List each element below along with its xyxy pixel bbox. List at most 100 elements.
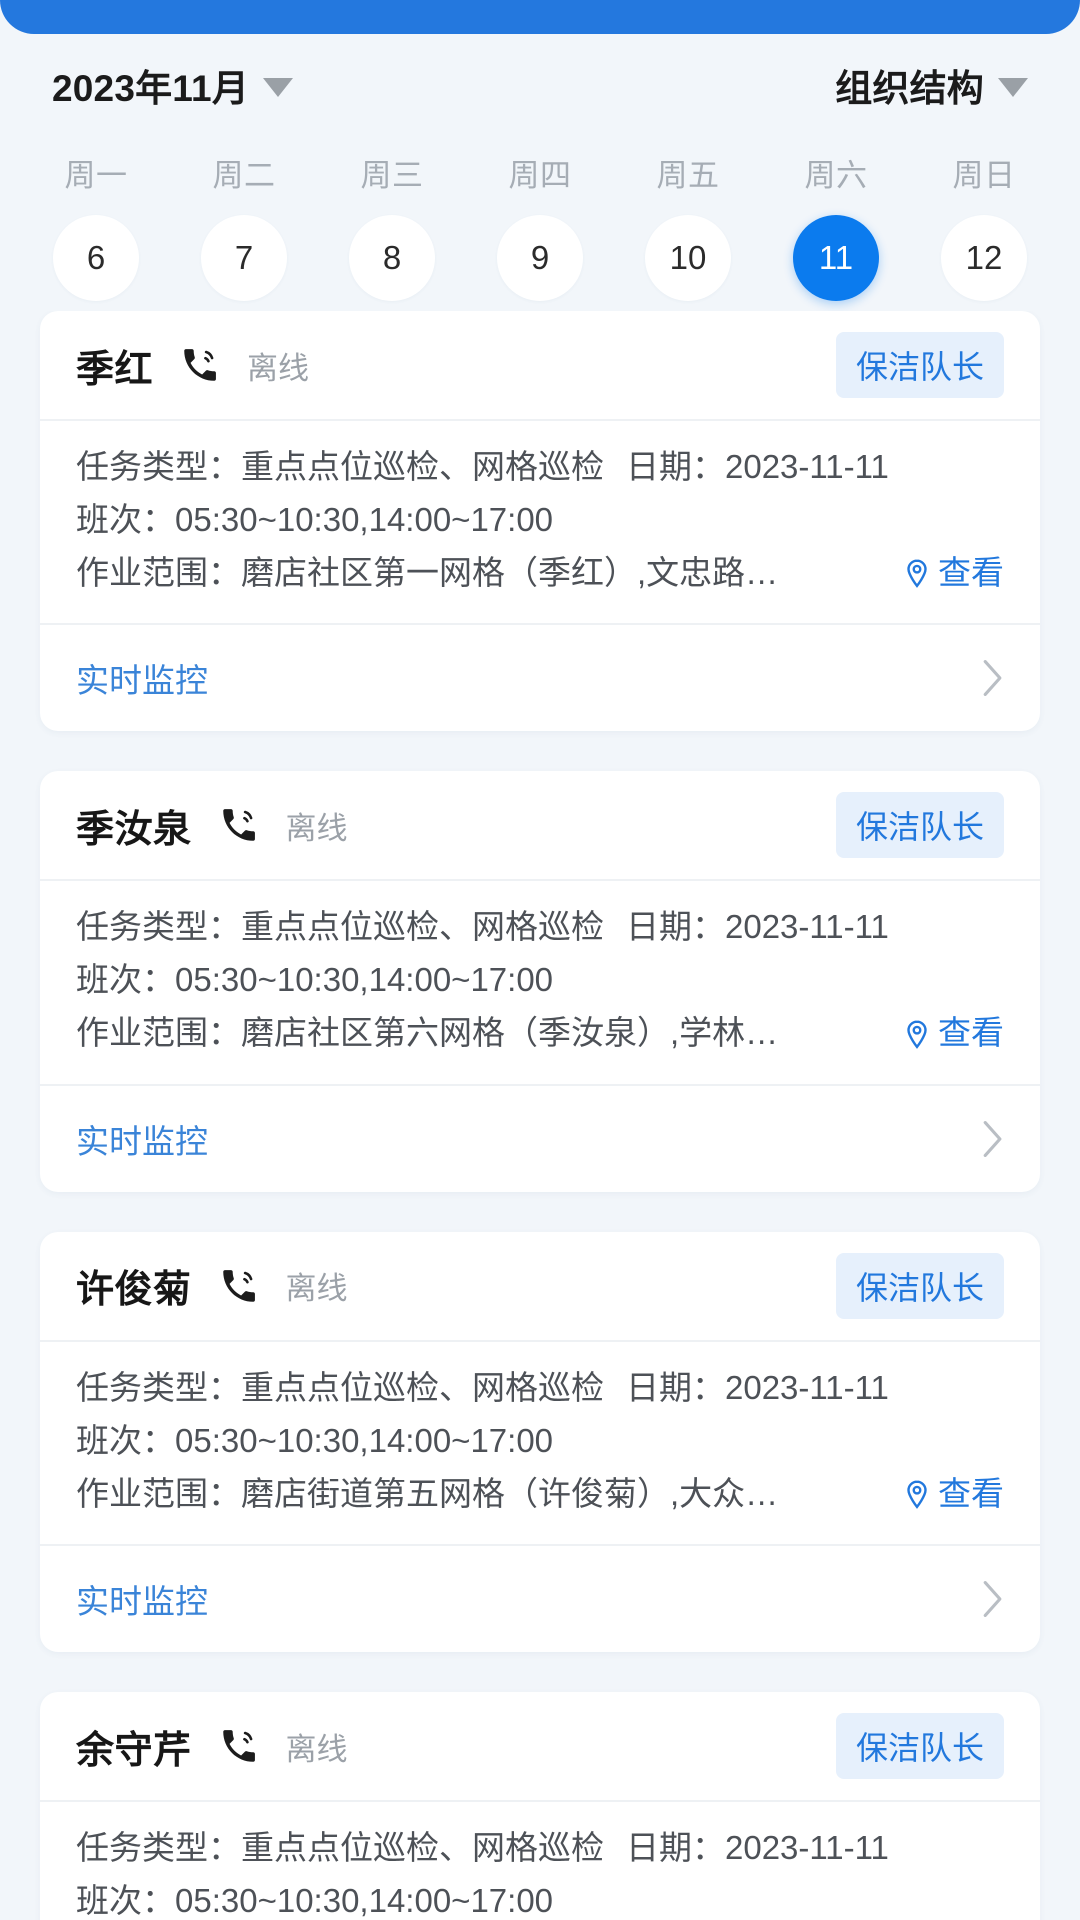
org-picker[interactable]: 组织结构 bbox=[835, 58, 1028, 112]
chevron-down-icon bbox=[998, 77, 1028, 97]
day-button-8[interactable]: 8 bbox=[349, 215, 435, 301]
scope-row: 作业范围：磨店街道第五网格（许俊菊）,大众… 查看 bbox=[76, 1470, 1004, 1519]
app-screen: 2023年11月 组织结构 周一 周二 周三 周四 周五 周六 周日 6 7 8 9 10 11 12 … bbox=[0, 0, 1080, 1920]
scope-value: 磨店社区第六网格（季汝泉）,学林… bbox=[241, 1014, 779, 1052]
day-button-11[interactable]: 11 bbox=[793, 215, 879, 301]
weekday-name-cell: 周四 bbox=[466, 150, 614, 195]
weekday-name-cell: 周日 bbox=[910, 150, 1058, 195]
live-monitor-label: 实时监控 bbox=[76, 662, 208, 700]
role-badge: 保洁队长 bbox=[835, 1252, 1004, 1319]
day-button-9[interactable]: 9 bbox=[497, 215, 583, 301]
person-card: 许俊菊 离线 保洁队长 任务类型： 重点点位巡检、网格巡检 日期： 2023-11-11 班次… bbox=[40, 1231, 1040, 1653]
live-monitor-row[interactable]: 实时监控 bbox=[40, 1086, 1040, 1192]
view-location-link[interactable]: 查看 bbox=[900, 1009, 1004, 1058]
date-value: 2023-11-11 bbox=[725, 448, 889, 485]
person-card-body: 任务类型： 重点点位巡检、网格巡检 日期： 2023-11-11 班次： 05:30~10… bbox=[40, 1802, 1040, 1920]
role-badge: 保洁队长 bbox=[835, 332, 1004, 398]
date-label: 日期： bbox=[626, 1368, 725, 1406]
day-cell: 12 bbox=[910, 215, 1058, 301]
task-type-value: 重点点位巡检、网格巡检 bbox=[241, 1368, 604, 1406]
scope-value: 磨店社区第一网格（季红）,文忠路… bbox=[241, 553, 779, 591]
person-card: 季红 离线 保洁队长 任务类型： 重点点位巡检、网格巡检 日期： 2023-11-11 班次：… bbox=[40, 311, 1040, 732]
shift-label: 班次： bbox=[76, 961, 175, 999]
weekday-name-row: 周一 周二 周三 周四 周五 周六 周日 bbox=[22, 136, 1058, 208]
chevron-right-icon bbox=[982, 659, 1004, 697]
week-calendar: 周一 周二 周三 周四 周五 周六 周日 6 7 8 9 10 11 12 bbox=[0, 136, 1080, 311]
location-pin-icon bbox=[900, 1017, 934, 1051]
scope-value: 磨店街道第五网格（许俊菊）,大众… bbox=[241, 1474, 779, 1512]
month-picker-label: 2023年11月 bbox=[52, 68, 250, 109]
phone-call-icon[interactable] bbox=[179, 344, 221, 386]
scope-label: 作业范围： bbox=[76, 553, 241, 591]
online-status-label: 离线 bbox=[247, 350, 310, 386]
chevron-right-icon bbox=[982, 1580, 1004, 1618]
weekday-name-cell: 周二 bbox=[170, 150, 318, 195]
chevron-down-icon bbox=[263, 77, 294, 97]
live-monitor-row[interactable]: 实时监控 bbox=[40, 1546, 1040, 1652]
day-button-12[interactable]: 12 bbox=[941, 215, 1027, 301]
person-card: 余守芹 离线 保洁队长 任务类型： 重点点位巡检、网格巡检 日期： 2023-11-11 班次… bbox=[40, 1692, 1040, 1920]
date-value: 2023-11-11 bbox=[725, 908, 889, 946]
task-type-row: 任务类型： 重点点位巡检、网格巡检 日期： 2023-11-11 bbox=[76, 1364, 1004, 1413]
day-cell: 8 bbox=[318, 215, 466, 301]
location-pin-icon bbox=[900, 1477, 934, 1511]
task-type-label: 任务类型： bbox=[76, 1829, 241, 1867]
day-cell: 10 bbox=[614, 215, 762, 301]
shift-label: 班次： bbox=[76, 500, 175, 538]
view-label: 查看 bbox=[938, 1474, 1004, 1512]
weekday-label: 周日 bbox=[952, 157, 1016, 193]
month-picker[interactable]: 2023年11月 bbox=[52, 58, 294, 112]
task-type-value: 重点点位巡检、网格巡检 bbox=[241, 1829, 604, 1867]
day-button-6[interactable]: 6 bbox=[53, 215, 139, 301]
person-card-body: 任务类型： 重点点位巡检、网格巡检 日期： 2023-11-11 班次： 05:30~10… bbox=[40, 881, 1040, 1086]
weekday-label: 周三 bbox=[360, 157, 424, 193]
person-card-list[interactable]: 季红 离线 保洁队长 任务类型： 重点点位巡检、网格巡检 日期： 2023-11-11 班次：… bbox=[0, 311, 1080, 1920]
person-card-header: 余守芹 离线 保洁队长 bbox=[40, 1692, 1040, 1803]
phone-call-icon[interactable] bbox=[218, 804, 260, 846]
person-name: 季汝泉 bbox=[76, 808, 192, 851]
online-status-label: 离线 bbox=[285, 1271, 348, 1307]
scope-text: 作业范围：磨店社区第一网格（季红）,文忠路… bbox=[76, 549, 778, 598]
org-picker-label: 组织结构 bbox=[835, 68, 984, 109]
phone-call-icon[interactable] bbox=[218, 1725, 260, 1767]
task-type-value: 重点点位巡检、网格巡检 bbox=[241, 448, 604, 485]
person-card-header: 许俊菊 离线 保洁队长 bbox=[40, 1232, 1040, 1342]
shift-value: 05:30~10:30,14:00~17:00 bbox=[175, 1421, 554, 1459]
weekday-label: 周四 bbox=[508, 157, 572, 193]
person-card-body: 任务类型： 重点点位巡检、网格巡检 日期： 2023-11-11 班次： 05:30~10… bbox=[40, 1342, 1040, 1547]
shift-value: 05:30~10:30,14:00~17:00 bbox=[175, 500, 554, 538]
day-button-7[interactable]: 7 bbox=[201, 215, 287, 301]
shift-row: 班次： 05:30~10:30,14:00~17:00 bbox=[76, 956, 1004, 1005]
scope-label: 作业范围： bbox=[76, 1014, 241, 1052]
shift-label: 班次： bbox=[76, 1882, 175, 1920]
task-type-row: 任务类型： 重点点位巡检、网格巡检 日期： 2023-11-11 bbox=[76, 443, 1004, 492]
view-location-link[interactable]: 查看 bbox=[900, 1470, 1004, 1519]
shift-value: 05:30~10:30,14:00~17:00 bbox=[175, 1882, 554, 1920]
scope-label: 作业范围： bbox=[76, 1474, 241, 1512]
task-type-row: 任务类型： 重点点位巡检、网格巡检 日期： 2023-11-11 bbox=[76, 1824, 1004, 1873]
app-bar-inner bbox=[0, 0, 1080, 34]
scope-row: 作业范围：磨店社区第一网格（季红）,文忠路… 查看 bbox=[76, 549, 1004, 598]
weekday-label: 周五 bbox=[656, 157, 720, 193]
day-cell: 7 bbox=[170, 215, 318, 301]
phone-call-icon[interactable] bbox=[218, 1265, 260, 1307]
task-type-label: 任务类型： bbox=[76, 1368, 241, 1406]
weekday-name-cell: 周一 bbox=[22, 150, 170, 195]
day-cell: 11 bbox=[762, 215, 910, 301]
view-location-link[interactable]: 查看 bbox=[900, 549, 1004, 598]
live-monitor-label: 实时监控 bbox=[76, 1583, 208, 1621]
shift-row: 班次： 05:30~10:30,14:00~17:00 bbox=[76, 496, 1004, 545]
scope-row: 作业范围：磨店社区第六网格（季汝泉）,学林… 查看 bbox=[76, 1009, 1004, 1058]
date-value: 2023-11-11 bbox=[725, 1829, 889, 1867]
online-status-label: 离线 bbox=[285, 1731, 348, 1767]
scope-text: 作业范围：磨店社区第六网格（季汝泉）,学林… bbox=[76, 1009, 778, 1058]
shift-row: 班次： 05:30~10:30,14:00~17:00 bbox=[76, 1877, 1004, 1920]
person-card-header: 季汝泉 离线 保洁队长 bbox=[40, 771, 1040, 882]
day-button-10[interactable]: 10 bbox=[645, 215, 731, 301]
weekday-name-cell: 周六 bbox=[762, 150, 910, 195]
person-name: 余守芹 bbox=[76, 1729, 192, 1772]
task-type-value: 重点点位巡检、网格巡检 bbox=[241, 908, 604, 946]
live-monitor-row[interactable]: 实时监控 bbox=[40, 625, 1040, 731]
live-monitor-label: 实时监控 bbox=[76, 1122, 208, 1160]
person-name: 季红 bbox=[76, 348, 154, 391]
